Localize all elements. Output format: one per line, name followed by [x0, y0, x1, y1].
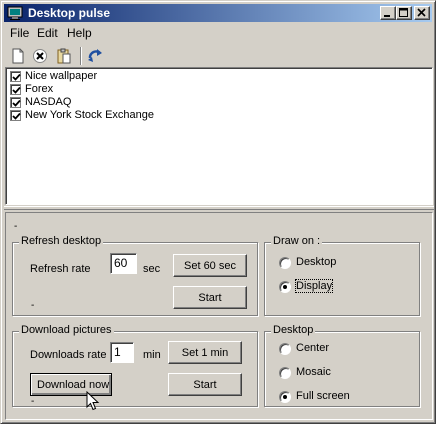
checkbox[interactable]: [10, 97, 21, 108]
download-start-button[interactable]: Start: [168, 373, 242, 396]
app-icon: [7, 5, 23, 21]
refresh-desktop-group: Refresh desktop Refresh rate 60 sec Set …: [12, 235, 258, 316]
group-title: Desktop: [271, 324, 316, 336]
group-title: Refresh desktop: [19, 235, 104, 247]
maximize-icon[interactable]: [396, 6, 412, 20]
refresh-unit-label: sec: [143, 263, 161, 275]
new-file-icon[interactable]: [8, 47, 28, 65]
refresh-status-dash: -: [31, 300, 35, 311]
radio-label: Center: [296, 342, 330, 354]
radio-button[interactable]: [279, 257, 291, 269]
draw-on-group: Draw on : Desktop Display: [264, 235, 420, 316]
checkbox[interactable]: [10, 84, 21, 95]
refresh-icon[interactable]: [84, 47, 104, 65]
radio-button[interactable]: [279, 343, 291, 355]
group-title: Download pictures: [19, 324, 114, 336]
list-item-label: Nice wallpaper: [25, 70, 98, 82]
title-bar[interactable]: Desktop pulse: [4, 4, 432, 22]
refresh-start-button[interactable]: Start: [173, 286, 247, 309]
radio-label: Desktop: [296, 256, 337, 268]
downloads-rate-input[interactable]: 1: [110, 342, 134, 363]
paste-icon[interactable]: [54, 47, 74, 65]
menu-edit[interactable]: Edit: [37, 26, 58, 40]
toolbar: [4, 44, 432, 68]
download-pictures-group: Download pictures Downloads rate 1 min S…: [12, 324, 258, 407]
delete-icon[interactable]: [30, 47, 50, 65]
downloads-unit-label: min: [143, 349, 161, 361]
app-window: Desktop pulse File Edit Help Nice wallpa…: [0, 0, 436, 424]
status-dash: -: [14, 221, 18, 232]
menu-help[interactable]: Help: [67, 26, 92, 40]
list-item-label: New York Stock Exchange: [25, 109, 155, 121]
settings-panel: - Refresh desktop Refresh rate 60 sec Se…: [5, 212, 433, 420]
refresh-rate-input[interactable]: 60: [110, 253, 137, 274]
minimize-icon[interactable]: [380, 6, 396, 20]
radio-button[interactable]: [279, 367, 291, 379]
radio-label: Display: [294, 279, 334, 293]
checkbox[interactable]: [10, 110, 21, 121]
set-1-min-button[interactable]: Set 1 min: [168, 341, 242, 364]
desktop-mode-group: Desktop Center Mosaic Full screen: [264, 324, 420, 407]
list-item-label: Forex: [25, 83, 54, 95]
toolbar-separator: [80, 47, 82, 65]
splitter[interactable]: [4, 206, 434, 210]
radio-label: Mosaic: [296, 366, 331, 378]
refresh-rate-label: Refresh rate: [30, 263, 91, 275]
radio-button[interactable]: [279, 281, 291, 293]
download-status-dash: -: [31, 396, 35, 407]
mouse-pointer-icon: [86, 390, 100, 414]
downloads-rate-label: Downloads rate: [30, 349, 107, 361]
checkbox[interactable]: [10, 71, 21, 82]
set-60-sec-button[interactable]: Set 60 sec: [173, 254, 247, 277]
close-icon[interactable]: [414, 6, 430, 20]
feed-list[interactable]: Nice wallpaper Forex NASDAQ New York Sto…: [5, 67, 433, 205]
radio-label: Full screen: [296, 390, 350, 402]
window-title: Desktop pulse: [28, 6, 111, 20]
group-title: Draw on :: [271, 235, 323, 247]
list-item-label: NASDAQ: [25, 96, 72, 108]
menu-bar: File Edit Help: [4, 23, 432, 42]
menu-file[interactable]: File: [10, 26, 29, 40]
radio-button[interactable]: [279, 391, 291, 403]
